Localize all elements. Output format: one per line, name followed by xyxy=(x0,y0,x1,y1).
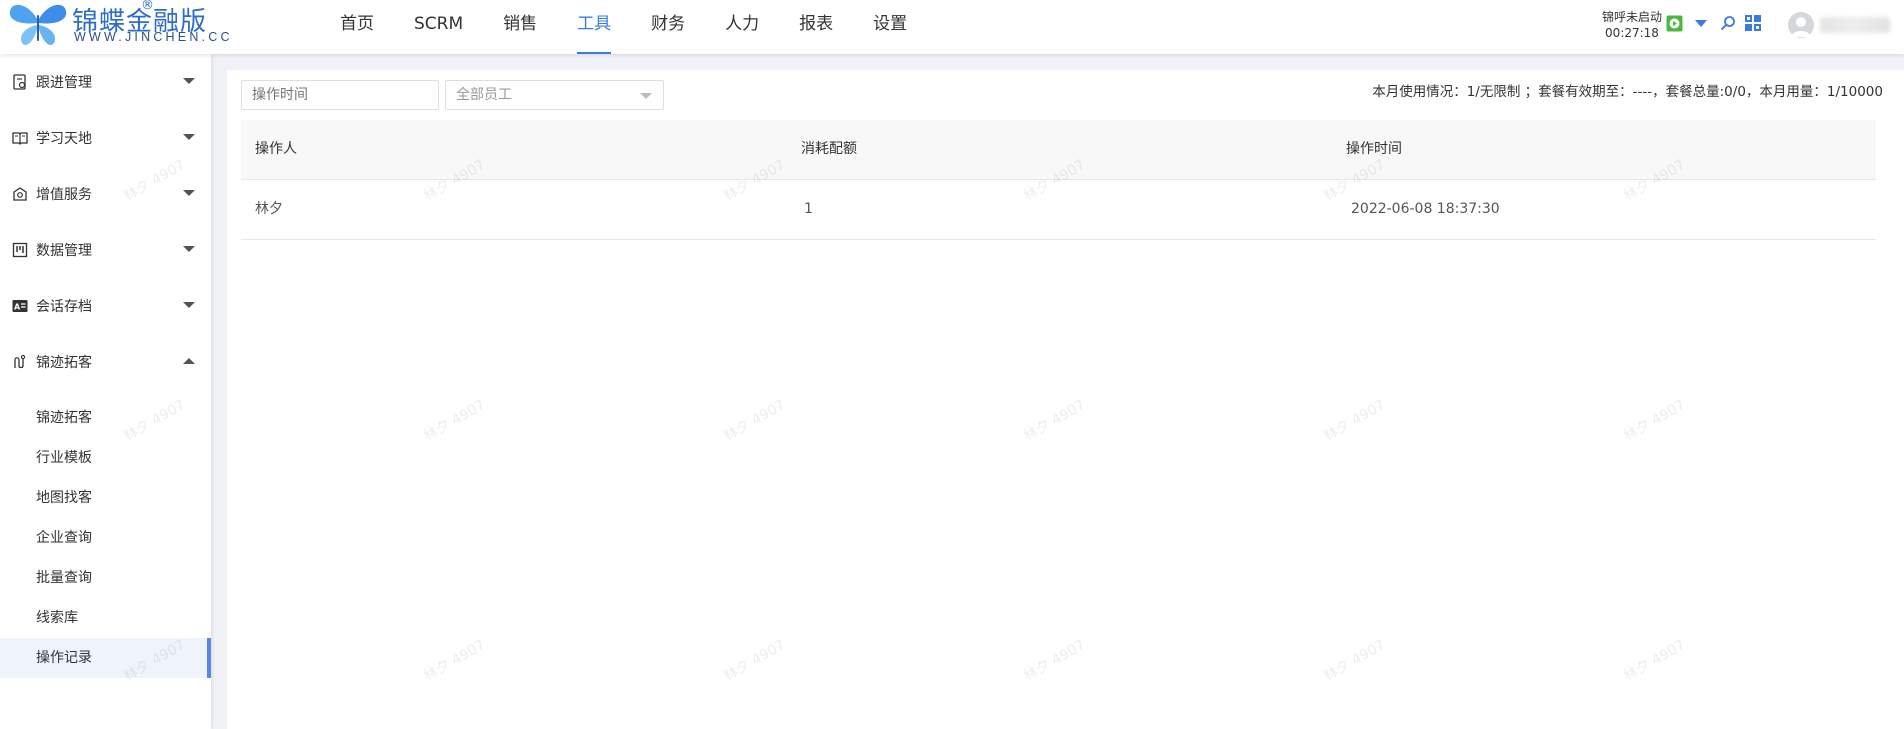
nav-item-scrm[interactable]: SCRM xyxy=(414,0,463,54)
usage-summary: 本月使用情况：1/无限制 ；套餐有效期至：----，套餐总量:0/0，本月用量：… xyxy=(1372,84,1883,100)
nav-item-finance[interactable]: 财务 xyxy=(651,0,685,54)
brand-logo[interactable]: 锦蝶金融版 ® WWW.JINCHEN.CC xyxy=(8,0,248,51)
table-header: 操作人 消耗配额 操作时间 xyxy=(241,120,1876,180)
chevron-down-icon xyxy=(640,93,652,99)
grid-apps-icon[interactable] xyxy=(1745,15,1761,31)
sidebar-group-prospecting[interactable]: 锦迹拓客 xyxy=(0,334,211,390)
butterfly-logo-icon xyxy=(9,4,67,46)
data-management-icon xyxy=(12,242,28,258)
sidebar-group-value-service[interactable]: 增值服务 xyxy=(0,166,211,222)
chevron-down-icon xyxy=(183,190,195,196)
sidebar-group-label: 学习天地 xyxy=(36,131,92,147)
nav-item-tools[interactable]: 工具 xyxy=(577,0,612,54)
follow-up-icon xyxy=(13,74,26,90)
search-icon[interactable] xyxy=(1720,15,1736,31)
nav-item-reports[interactable]: 报表 xyxy=(799,0,833,54)
call-status-label: 锦呼未启动 xyxy=(1601,10,1662,24)
dropdown-caret-icon[interactable] xyxy=(1695,20,1707,28)
sidebar-group-data-management[interactable]: 数据管理 xyxy=(0,222,211,278)
column-header-operator: 操作人 xyxy=(255,141,297,157)
chevron-down-icon xyxy=(183,302,195,308)
play-icon[interactable] xyxy=(1666,15,1683,32)
sidebar-item-lead-library[interactable]: 线索库 xyxy=(0,598,211,638)
column-header-time: 操作时间 xyxy=(1346,141,1402,157)
chevron-up-icon xyxy=(183,358,195,364)
user-avatar-icon[interactable] xyxy=(1788,12,1814,38)
chevron-down-icon xyxy=(183,134,195,140)
cell-operator: 林夕 xyxy=(255,201,283,217)
operation-log-table: 操作人 消耗配额 操作时间 林夕 1 2022-06-08 18:37:30 xyxy=(241,120,1876,240)
call-timer: 00:27:18 xyxy=(1605,26,1659,40)
top-header: 锦蝶金融版 ® WWW.JINCHEN.CC 首页 SCRM 销售 工具 财务 … xyxy=(0,0,1904,54)
sidebar-item-operation-log[interactable]: 操作记录 xyxy=(0,638,211,678)
sidebar-group-label: 会话存档 xyxy=(36,299,92,315)
prospecting-icon xyxy=(14,354,26,369)
sidebar-item-batch-query[interactable]: 批量查询 xyxy=(0,558,211,598)
value-service-icon xyxy=(13,187,27,201)
column-header-quota: 消耗配额 xyxy=(801,141,857,157)
main-content: 全部员工 本月使用情况：1/无限制 ；套餐有效期至：----，套餐总量:0/0，… xyxy=(227,70,1904,729)
svg-text:A: A xyxy=(14,303,21,312)
sidebar-group-label: 数据管理 xyxy=(36,243,92,259)
sub-menu-spacer xyxy=(0,390,211,398)
user-name-blurred[interactable] xyxy=(1820,17,1890,33)
sidebar-group-follow-up[interactable]: 跟进管理 xyxy=(0,54,211,110)
sidebar-item-prospecting[interactable]: 锦迹拓客 xyxy=(0,398,211,438)
sidebar-item-map-search[interactable]: 地图找客 xyxy=(0,478,211,518)
call-status: 锦呼未启动 00:27:18 xyxy=(1598,9,1666,41)
sidebar-group-label: 增值服务 xyxy=(36,187,92,203)
sidebar-item-company-query[interactable]: 企业查询 xyxy=(0,518,211,558)
sidebar-group-label: 跟进管理 xyxy=(36,75,92,91)
nav-item-sales[interactable]: 销售 xyxy=(503,0,537,54)
registered-mark: ® xyxy=(141,0,154,13)
chevron-down-icon xyxy=(183,246,195,252)
sidebar-group-label: 锦迹拓客 xyxy=(36,355,92,371)
table-row[interactable]: 林夕 1 2022-06-08 18:37:30 xyxy=(241,180,1876,240)
operation-time-input[interactable] xyxy=(241,80,439,110)
sidebar-group-learning[interactable]: 学习天地 xyxy=(0,110,211,166)
nav-item-hr[interactable]: 人力 xyxy=(725,0,759,54)
cell-quota: 1 xyxy=(804,201,813,217)
chevron-down-icon xyxy=(183,78,195,84)
sidebar-group-chat-archive[interactable]: A 会话存档 xyxy=(0,278,211,334)
sidebar: 跟进管理 学习天地 增值服务 数据管理 A 会话存档 锦迹拓客 锦迹拓客 行业模… xyxy=(0,54,211,729)
book-icon xyxy=(12,132,28,145)
brand-domain: WWW.JINCHEN.CC xyxy=(74,30,233,44)
employee-select[interactable]: 全部员工 xyxy=(445,80,664,110)
sidebar-item-industry-template[interactable]: 行业模板 xyxy=(0,438,211,478)
nav-item-settings[interactable]: 设置 xyxy=(873,0,907,54)
cell-time: 2022-06-08 18:37:30 xyxy=(1351,201,1500,217)
employee-select-value: 全部员工 xyxy=(456,87,512,103)
nav-item-home[interactable]: 首页 xyxy=(340,0,374,54)
chat-archive-icon: A xyxy=(12,300,28,312)
main-nav: 首页 SCRM 销售 工具 财务 人力 报表 设置 xyxy=(340,0,947,54)
